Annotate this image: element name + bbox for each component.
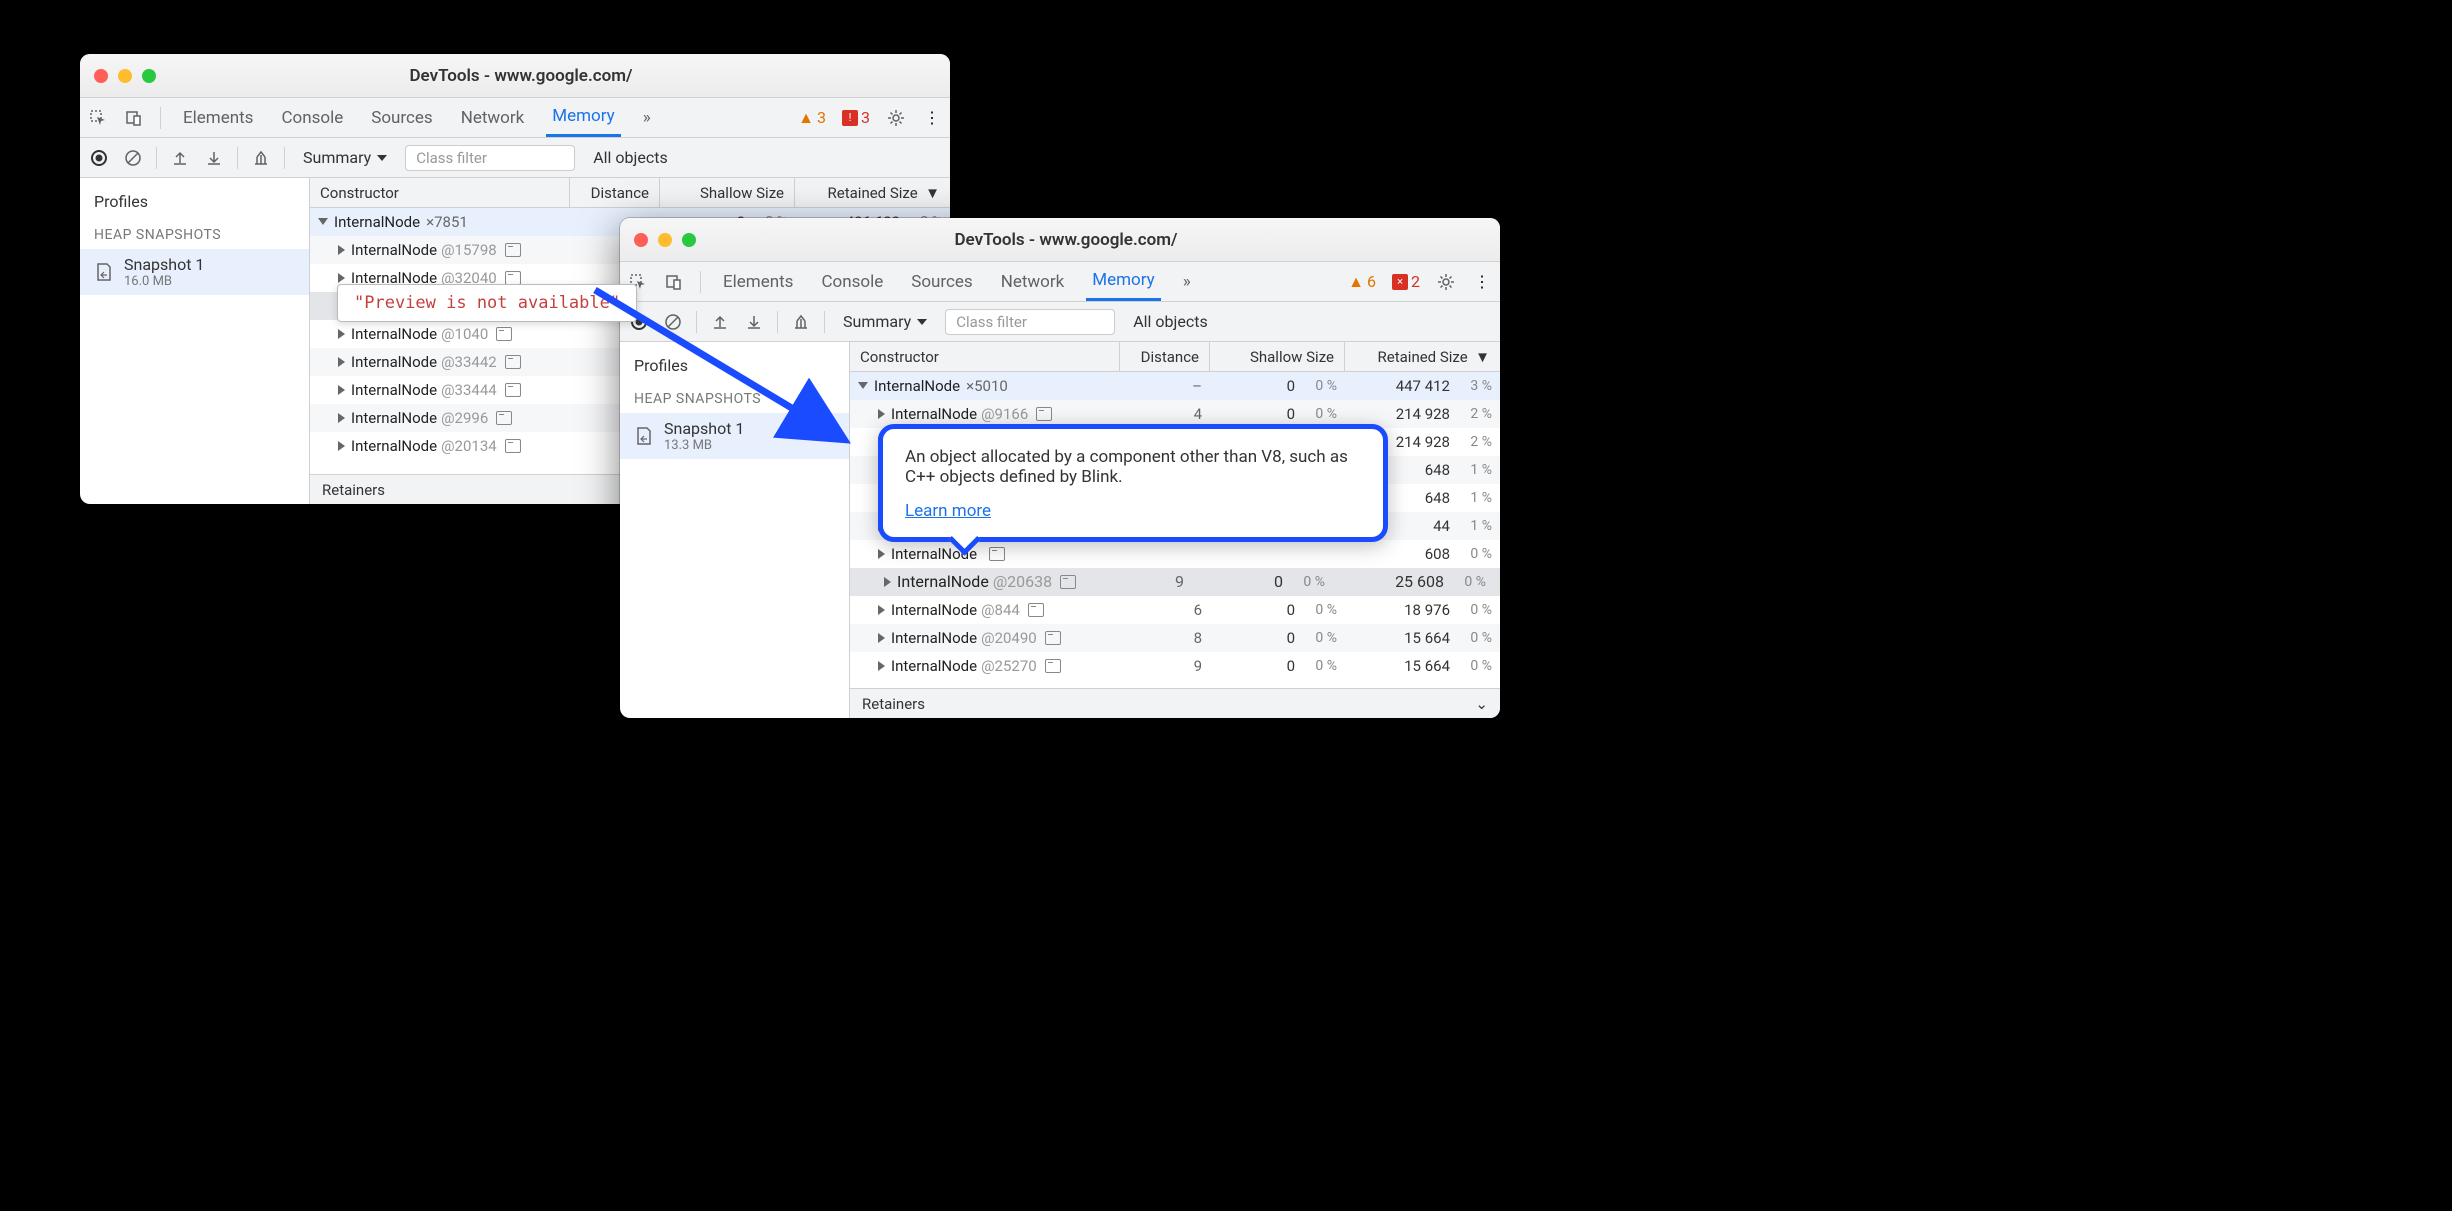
object-row[interactable]: InternalNode@20638900 %25 6080 % [850,568,1500,596]
learn-more-link[interactable]: Learn more [905,501,991,521]
popout-icon[interactable] [1036,407,1052,421]
tab-memory[interactable]: Memory [1086,262,1160,301]
gc-icon[interactable] [250,147,272,169]
popout-icon[interactable] [1028,603,1044,617]
warnings-badge[interactable]: ▲ 6 [1348,272,1376,292]
view-select[interactable]: Summary [297,148,393,167]
col-retained[interactable]: Retained Size ▼ [795,178,950,207]
titlebar: DevTools - www.google.com/ [620,218,1500,262]
sidebar-head: Profiles [80,188,309,221]
profiles-sidebar: Profiles HEAP SNAPSHOTS Snapshot 1 16.0 … [80,178,310,504]
col-constructor[interactable]: Constructor [310,178,570,207]
col-retained[interactable]: Retained Size ▼ [1345,342,1500,371]
retainers-panel-header[interactable]: Retainers⌄ [850,688,1500,718]
gear-icon[interactable] [886,108,906,128]
memory-toolbar: Summary All objects [80,138,950,178]
col-shallow[interactable]: Shallow Size [1210,342,1345,371]
table-header: Constructor Distance Shallow Size Retain… [850,342,1500,372]
gear-icon[interactable] [1436,272,1456,292]
inspect-element-icon[interactable] [88,108,108,128]
constructor-group-row[interactable]: InternalNode×5010 – 00 % 447 4123 % [850,372,1500,400]
table-header: Constructor Distance Shallow Size Retain… [310,178,950,208]
tab-console[interactable]: Console [275,98,349,137]
popout-icon[interactable] [1060,575,1076,589]
tab-elements[interactable]: Elements [177,98,259,137]
objects-filter[interactable]: All objects [1127,312,1213,331]
more-tabs-icon[interactable]: » [637,98,657,137]
class-filter-input[interactable] [405,145,575,171]
objects-filter[interactable]: All objects [587,148,673,167]
titlebar: DevTools - www.google.com/ [80,54,950,98]
popout-icon[interactable] [505,383,521,397]
warnings-badge[interactable]: ▲ 3 [798,108,826,128]
annotation-arrow [585,270,885,470]
upload-icon[interactable] [169,147,191,169]
tab-sources[interactable]: Sources [365,98,438,137]
more-menu-icon[interactable]: ⋮ [922,108,942,128]
tab-bar: Elements Console Sources Network Memory … [80,98,950,138]
object-row[interactable]: InternalNode@25270900 %15 6640 % [850,652,1500,680]
tab-network[interactable]: Network [995,262,1071,301]
popout-icon[interactable] [989,547,1005,561]
object-row[interactable]: InternalNode@20490800 %15 6640 % [850,624,1500,652]
sidebar-category: HEAP SNAPSHOTS [80,221,309,249]
tooltip-text: An object allocated by a component other… [905,447,1361,487]
errors-badge[interactable]: ×2 [1392,272,1420,291]
snapshot-file-icon [94,262,114,282]
col-distance[interactable]: Distance [570,178,660,207]
object-description-tooltip: An object allocated by a component other… [878,424,1388,542]
errors-badge[interactable]: !3 [842,108,870,127]
popout-icon[interactable] [505,355,521,369]
snapshot-name: Snapshot 1 [124,255,204,274]
window-title: DevTools - www.google.com/ [106,66,936,86]
more-tabs-icon[interactable]: » [1177,262,1197,301]
popout-icon[interactable] [496,327,512,341]
class-filter-input[interactable] [945,309,1115,335]
object-row[interactable]: InternalNode@844600 %18 9760 % [850,596,1500,624]
snapshot-item[interactable]: Snapshot 1 16.0 MB [80,249,309,295]
popout-icon[interactable] [1045,631,1061,645]
object-row[interactable]: InternalNode6080 % [850,540,1500,568]
snapshot-size: 16.0 MB [124,274,204,289]
record-icon[interactable] [88,147,110,169]
device-toolbar-icon[interactable] [124,108,144,128]
col-distance[interactable]: Distance [1120,342,1210,371]
tab-sources[interactable]: Sources [905,262,978,301]
col-shallow[interactable]: Shallow Size [660,178,795,207]
window-title: DevTools - www.google.com/ [646,230,1486,250]
more-menu-icon[interactable]: ⋮ [1472,272,1492,292]
chevron-down-icon: ⌄ [1475,695,1488,713]
tab-network[interactable]: Network [455,98,531,137]
tab-memory[interactable]: Memory [546,98,620,137]
col-constructor[interactable]: Constructor [850,342,1120,371]
clear-icon[interactable] [122,147,144,169]
download-icon[interactable] [203,147,225,169]
popout-icon[interactable] [496,411,512,425]
popout-icon[interactable] [505,243,521,257]
popout-icon[interactable] [505,271,521,285]
popout-icon[interactable] [1045,659,1061,673]
popout-icon[interactable] [505,439,521,453]
